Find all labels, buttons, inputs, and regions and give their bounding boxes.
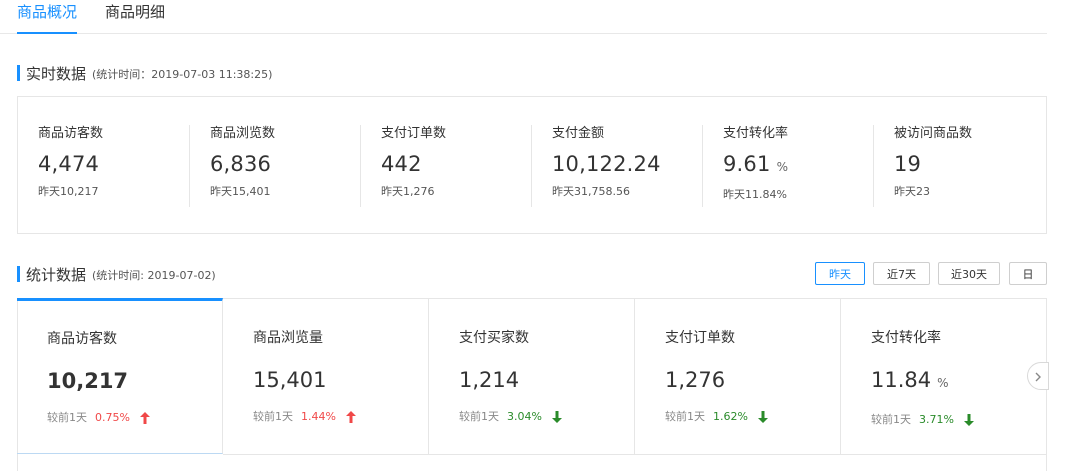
metric-value: 19 (894, 152, 922, 176)
stat-card[interactable]: 商品访客数 10,217 较前1天 0.75% (17, 298, 223, 454)
realtime-metric: 支付金额 10,122.24 昨天31,758.56 (531, 125, 702, 207)
stat-comparison: 较前1天 1.44% (253, 410, 428, 424)
stat-comparison: 较前1天 1.62% (665, 410, 840, 424)
metric-label: 支付转化率 (723, 126, 789, 141)
stat-card[interactable]: 商品浏览量 15,401 较前1天 1.44% (223, 299, 429, 455)
realtime-header: 实时数据 (统计时间：2019-07-03 11:38:25) (17, 64, 273, 83)
stat-card[interactable]: 支付订单数 1,276 较前1天 1.62% (635, 299, 841, 455)
comparison-label: 较前1天 (871, 413, 911, 426)
stat-label: 支付转化率 (871, 330, 941, 346)
stat-label: 商品浏览量 (253, 330, 323, 346)
metric-yesterday: 昨天31,758.56 (552, 185, 630, 198)
tab-product-overview[interactable]: 商品概况 (17, 2, 78, 34)
stats-title: 统计数据 (26, 265, 87, 284)
comparison-label: 较前1天 (47, 411, 87, 424)
date-30days-button[interactable]: 近30天 (938, 262, 1000, 285)
stats-timestamp: (统计时间: 2019-07-02) (92, 269, 216, 282)
metric-yesterday: 昨天15,401 (210, 185, 271, 198)
metric-value: 442 (381, 152, 422, 176)
stat-comparison: 较前1天 3.71% (871, 413, 1047, 427)
stat-value: 10,217 (47, 369, 129, 393)
stat-value: 11.84% (871, 368, 949, 392)
stat-value: 15,401 (253, 368, 327, 392)
metric-yesterday: 昨天11.84% (723, 188, 787, 201)
date-day-button[interactable]: 日 (1009, 262, 1047, 285)
realtime-metric: 商品访客数 4,474 昨天10,217 (18, 125, 189, 207)
realtime-metric: 商品浏览数 6,836 昨天15,401 (189, 125, 360, 207)
stat-label: 支付买家数 (459, 330, 529, 346)
comparison-label: 较前1天 (253, 410, 293, 423)
realtime-metric: 被访问商品数 19 昨天23 (873, 125, 1046, 207)
stat-unit: % (937, 376, 949, 390)
stat-card[interactable]: 支付买家数 1,214 较前1天 3.04% (429, 299, 635, 455)
stats-panel: 商品访客数 10,217 较前1天 0.75% 商品浏览量 15,401 较前1… (17, 298, 1047, 471)
metric-label: 支付订单数 (381, 126, 447, 141)
comparison-percent: 1.44% (301, 410, 336, 423)
realtime-metric: 支付订单数 442 昨天1,276 (360, 125, 531, 207)
comparison-label: 较前1天 (459, 410, 499, 423)
arrow-down-icon (757, 411, 768, 423)
arrow-up-icon (345, 411, 356, 423)
section-marker (17, 65, 20, 81)
metric-label: 商品访客数 (38, 126, 104, 141)
tab-bar: 商品概况 商品明细 (0, 0, 1047, 34)
metric-yesterday: 昨天10,217 (38, 185, 99, 198)
comparison-percent: 3.71% (919, 413, 954, 426)
stats-header: 统计数据 (统计时间: 2019-07-02) (17, 265, 216, 284)
realtime-title: 实时数据 (26, 64, 87, 83)
metric-unit: % (776, 160, 789, 174)
section-marker (17, 266, 20, 282)
scroll-next-button[interactable] (1027, 362, 1049, 390)
comparison-percent: 3.04% (507, 410, 542, 423)
stat-comparison: 较前1天 3.04% (459, 410, 634, 424)
arrow-up-icon (139, 412, 150, 424)
stat-comparison: 较前1天 0.75% (47, 411, 222, 425)
metric-label: 商品浏览数 (210, 126, 276, 141)
chevron-right-icon (1034, 367, 1042, 386)
stat-label: 商品访客数 (47, 331, 117, 347)
comparison-label: 较前1天 (665, 410, 705, 423)
tab-product-details[interactable]: 商品明细 (105, 2, 165, 34)
stat-card[interactable]: 支付转化率 11.84% 较前1天 3.71% (841, 299, 1047, 455)
date-yesterday-button[interactable]: 昨天 (815, 262, 865, 285)
metric-yesterday: 昨天1,276 (381, 185, 435, 198)
metric-label: 被访问商品数 (894, 126, 973, 141)
metric-value: 9.61% (723, 152, 789, 176)
metric-label: 支付金额 (552, 126, 605, 141)
comparison-percent: 1.62% (713, 410, 748, 423)
realtime-panel: 商品访客数 4,474 昨天10,217 商品浏览数 6,836 昨天15,40… (17, 96, 1047, 234)
realtime-timestamp: (统计时间：2019-07-03 11:38:25) (92, 68, 273, 81)
date-7days-button[interactable]: 近7天 (873, 262, 930, 285)
comparison-percent: 0.75% (95, 411, 130, 424)
metric-value: 4,474 (38, 152, 100, 176)
metric-yesterday: 昨天23 (894, 185, 930, 198)
stat-value: 1,214 (459, 368, 520, 392)
stat-value: 1,276 (665, 368, 726, 392)
arrow-down-icon (963, 414, 974, 426)
realtime-metric: 支付转化率 9.61% 昨天11.84% (702, 125, 873, 207)
stat-label: 支付订单数 (665, 330, 735, 346)
metric-value: 10,122.24 (552, 152, 661, 176)
metric-value: 6,836 (210, 152, 272, 176)
arrow-down-icon (551, 411, 562, 423)
